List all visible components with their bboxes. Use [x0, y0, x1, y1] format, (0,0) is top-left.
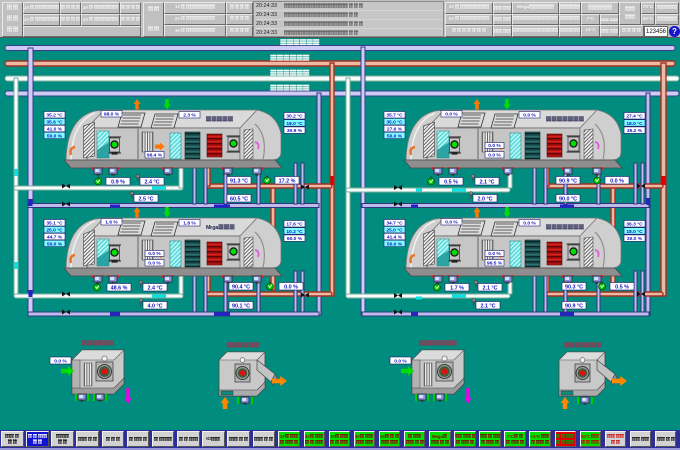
svg-text:50.0 %: 50.0 % [387, 241, 403, 247]
svg-text:35.0 °C: 35.0 °C [386, 120, 403, 126]
svg-text:0.0 %: 0.0 % [610, 179, 624, 185]
svg-text:0.0 %: 0.0 % [148, 261, 161, 267]
svg-text:25.0 °C: 25.0 °C [386, 228, 403, 234]
svg-text:0.0 %: 0.0 % [488, 251, 501, 257]
svg-text:90.1 °C: 90.1 °C [232, 304, 250, 310]
svg-text:35.7 °C: 35.7 °C [386, 113, 403, 119]
svg-text:0.0 %: 0.0 % [488, 153, 501, 159]
svg-text:4.0 °C: 4.0 °C [147, 304, 162, 310]
svg-text:18.0 °C: 18.0 °C [626, 121, 643, 127]
svg-text:2.0 °C: 2.0 °C [477, 197, 492, 203]
svg-text:1.7 %: 1.7 % [450, 286, 464, 292]
svg-text:2.5 °C: 2.5 °C [138, 197, 153, 203]
svg-text:17.2 %: 17.2 % [279, 179, 296, 185]
svg-text:25.0 °C: 25.0 °C [46, 228, 63, 234]
svg-text:91.3 °C: 91.3 °C [230, 179, 248, 185]
svg-text:90.9 °C: 90.9 °C [565, 304, 583, 310]
svg-text:0.0 %: 0.0 % [445, 112, 458, 118]
svg-text:90.4 °C: 90.4 °C [232, 285, 250, 291]
svg-text:36.3 °C: 36.3 °C [626, 222, 643, 228]
svg-text:27.4 °C: 27.4 °C [626, 114, 643, 120]
svg-text:50.0 %: 50.0 % [387, 133, 403, 139]
svg-text:27.6 %: 27.6 % [387, 126, 403, 132]
svg-text:2.4 °C: 2.4 °C [144, 180, 159, 186]
svg-text:30.9 %: 30.9 % [287, 128, 303, 134]
svg-text:0.0 %: 0.0 % [394, 359, 407, 365]
svg-text:0.9 %: 0.9 % [111, 180, 125, 186]
svg-text:44.7 %: 44.7 % [47, 234, 63, 240]
svg-text:0.5 %: 0.5 % [444, 180, 458, 186]
svg-text:0.0 %: 0.0 % [445, 220, 458, 226]
svg-text:1.6 %: 1.6 % [105, 220, 118, 226]
svg-text:2.4 °C: 2.4 °C [147, 286, 162, 292]
svg-text:0.0 %: 0.0 % [54, 359, 67, 365]
svg-text:96.4 %: 96.4 % [147, 153, 163, 159]
svg-text:2.1 °C: 2.1 °C [480, 304, 495, 310]
svg-text:35.1 °C: 35.1 °C [46, 221, 63, 227]
svg-text:1.8 %: 1.8 % [183, 221, 196, 227]
svg-text:2.3 %: 2.3 % [183, 113, 196, 119]
svg-text:30.2 °C: 30.2 °C [286, 114, 303, 120]
svg-text:60.5 °C: 60.5 °C [230, 197, 248, 203]
svg-text:35.6 °C: 35.6 °C [46, 120, 63, 126]
svg-text:0.0 %: 0.0 % [284, 285, 298, 291]
svg-text:0.0 %: 0.0 % [523, 113, 536, 119]
svg-text:18.0 °C: 18.0 °C [626, 229, 643, 235]
svg-text:30.0 %: 30.0 % [627, 236, 643, 242]
svg-text:34.7 °C: 34.7 °C [386, 221, 403, 227]
svg-text:48.6 %: 48.6 % [111, 286, 128, 292]
svg-text:2.1 °C: 2.1 °C [482, 286, 497, 292]
svg-text:18.0 °C: 18.0 °C [286, 121, 303, 127]
svg-text:90.0 °C: 90.0 °C [559, 197, 577, 203]
svg-text:41.4 %: 41.4 % [387, 234, 403, 240]
svg-text:10.2 °C: 10.2 °C [286, 229, 303, 235]
svg-text:60.0 %: 60.0 % [287, 236, 303, 242]
svg-text:50.0 %: 50.0 % [47, 241, 63, 247]
svg-text:17.6 °C: 17.6 °C [286, 222, 303, 228]
svg-text:0.5 %: 0.5 % [615, 285, 629, 291]
svg-text:90.3 °C: 90.3 °C [565, 285, 583, 291]
svg-text:0.0 %: 0.0 % [488, 143, 501, 149]
svg-text:98.0 %: 98.0 % [104, 112, 120, 118]
svg-text:0.0 %: 0.0 % [148, 251, 161, 257]
svg-text:41.0 %: 41.0 % [47, 126, 63, 132]
svg-text:0.0 %: 0.0 % [523, 221, 536, 227]
svg-text:35.2 °C: 35.2 °C [46, 113, 63, 119]
svg-text:2.1 °C: 2.1 °C [479, 180, 494, 186]
svg-text:96.5 %: 96.5 % [487, 261, 503, 267]
svg-text:90.9 °C: 90.9 °C [559, 179, 577, 185]
svg-text:35.2 %: 35.2 % [627, 128, 643, 134]
svg-text:50.0 %: 50.0 % [47, 133, 63, 139]
